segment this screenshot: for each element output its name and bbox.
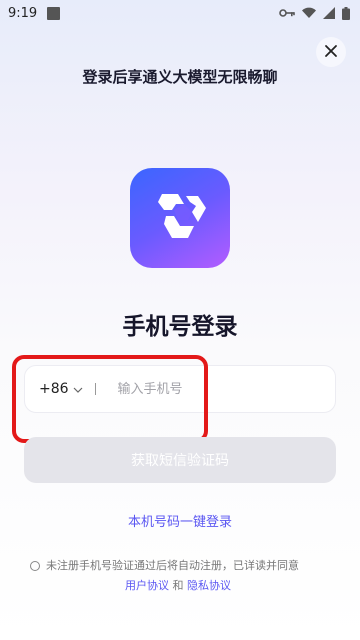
battery-icon [342, 6, 350, 20]
status-left: 9:19 [8, 5, 61, 21]
signal-icon [323, 7, 335, 19]
agreement-links: 用户协议 和 隐私协议 [30, 576, 336, 596]
phone-input-row: +86 [24, 365, 336, 413]
one-click-login-link[interactable]: 本机号码一键登录 [0, 511, 360, 530]
app-notification-icon [47, 6, 61, 20]
chevron-down-icon [73, 381, 83, 397]
tongyi-logo-icon [148, 188, 212, 248]
agreement-and: 和 [172, 579, 184, 592]
get-sms-code-button[interactable]: 获取短信验证码 [24, 437, 336, 483]
wifi-icon [302, 7, 316, 19]
status-bar: 9:19 [0, 0, 360, 26]
privacy-policy-link[interactable]: 隐私协议 [187, 579, 231, 592]
status-right [279, 6, 350, 20]
app-logo [130, 168, 230, 268]
country-code-selector[interactable]: +86 [39, 381, 83, 397]
field-divider [94, 383, 96, 395]
vpn-key-icon [279, 8, 295, 18]
close-icon [324, 43, 338, 62]
close-button[interactable] [316, 37, 346, 67]
agreement-line: 未注册手机号验证通过后将自动注册，已详读并同意 [30, 556, 336, 576]
login-title: 手机号登录 [122, 314, 238, 340]
agreement-checkbox[interactable] [30, 561, 40, 571]
status-time: 9:19 [8, 5, 38, 21]
country-code-value: +86 [39, 381, 69, 397]
agreement-section: 未注册手机号验证通过后将自动注册，已详读并同意 用户协议 和 隐私协议 [30, 556, 336, 596]
user-agreement-link[interactable]: 用户协议 [125, 579, 169, 592]
phone-input[interactable] [115, 380, 310, 398]
agreement-text: 未注册手机号验证通过后将自动注册，已详读并同意 [46, 559, 299, 572]
page-headline: 登录后享通义大模型无限畅聊 [82, 68, 278, 86]
